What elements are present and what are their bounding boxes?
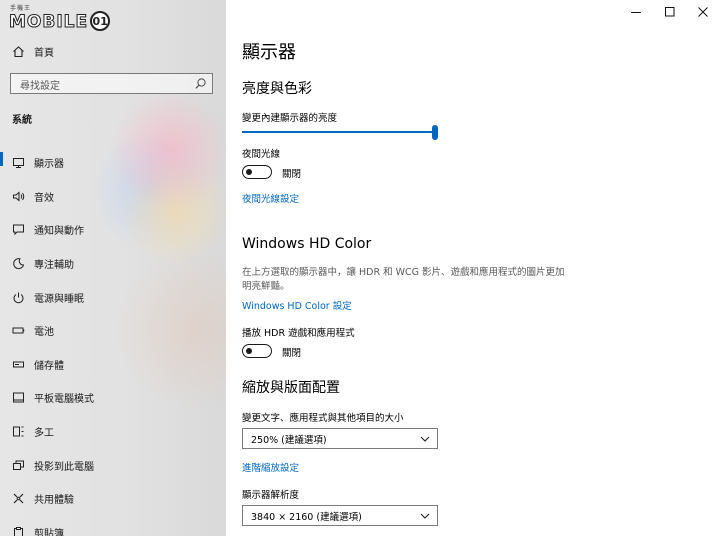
sidebar-section-title: 系統 [12, 115, 32, 126]
brightness-slider-track[interactable] [242, 131, 435, 133]
watermark-mark: 01 [90, 11, 111, 31]
chevron-down-icon [420, 436, 430, 442]
sidebar-item-shared-experiences[interactable]: 共用體驗 [0, 482, 226, 516]
watermark-logo: MOBILE 01 [8, 5, 111, 32]
sidebar-item-focus-assist[interactable]: 專注輔助 [0, 247, 226, 281]
night-light-label: 夜間光線 [242, 149, 281, 160]
scale-section-title: 縮放與版面配置 [242, 380, 340, 396]
scale-label: 變更文字、應用程式與其他項目的大小 [242, 413, 404, 424]
hdr-state: 關閉 [282, 348, 302, 359]
sidebar-item-label: 電池 [34, 327, 54, 339]
moon-icon [11, 257, 25, 271]
brightness-slider-thumb[interactable] [432, 125, 438, 140]
sidebar-item-label: 首頁 [34, 47, 54, 59]
sidebar-item-notifications[interactable]: 通知與動作 [0, 213, 226, 247]
brightness-label: 變更內建顯示器的亮度 [242, 113, 338, 124]
close-icon [698, 7, 708, 17]
sidebar-item-label: 剪貼簿 [34, 528, 64, 536]
watermark-brand: MOBILE [8, 12, 89, 32]
battery-icon [11, 324, 25, 338]
hd-color-settings-link[interactable]: Windows HD Color 設定 [242, 298, 352, 312]
scale-dropdown[interactable]: 250% (建議選項) [242, 428, 438, 449]
resolution-label: 顯示器解析度 [242, 490, 300, 501]
night-light-settings-link[interactable]: 夜間光線設定 [242, 191, 299, 205]
minimize-button[interactable] [621, 2, 651, 22]
advanced-scaling-link[interactable]: 進階縮放設定 [242, 460, 299, 474]
sidebar-item-multitasking[interactable]: 多工 [0, 415, 226, 449]
sidebar-item-label: 共用體驗 [34, 495, 74, 507]
search-icon[interactable] [194, 77, 207, 90]
home-icon [11, 44, 25, 58]
sidebar-item-clipboard[interactable]: 剪貼簿 [0, 516, 226, 536]
storage-icon [11, 357, 25, 371]
monitor-icon [11, 156, 25, 170]
scale-dropdown-value: 250% (建議選項) [251, 434, 327, 446]
power-icon [11, 290, 25, 304]
search-input[interactable] [11, 77, 195, 96]
minimize-icon [631, 12, 641, 13]
sidebar-item-project[interactable]: 投影到此電腦 [0, 448, 226, 482]
project-icon [11, 458, 25, 472]
multitask-icon [11, 425, 25, 439]
speaker-icon [11, 189, 25, 203]
shared-icon [11, 492, 25, 506]
chevron-down-icon [420, 513, 430, 519]
sidebar-item-tablet-mode[interactable]: 平板電腦模式 [0, 381, 226, 415]
hd-color-description: 在上方選取的顯示器中，讓 HDR 和 WCG 影片、遊戲和應用程式的圖片更加明亮… [242, 267, 565, 292]
hdr-label: 播放 HDR 遊戲和應用程式 [242, 328, 355, 339]
search-box[interactable] [10, 73, 213, 96]
resolution-dropdown-value: 3840 × 2160 (建議選項) [251, 511, 362, 523]
resolution-dropdown[interactable]: 3840 × 2160 (建議選項) [242, 505, 438, 526]
night-light-toggle[interactable] [242, 165, 272, 179]
toggle-knob [246, 347, 252, 354]
sidebar-item-label: 專注輔助 [34, 260, 74, 272]
hd-color-section-title: Windows HD Color [242, 236, 372, 252]
hdr-toggle[interactable] [242, 344, 272, 358]
sidebar-nav-list: 顯示器 音效 通知與動作 專注輔助 電源與睡眠 電池 儲存體 平板電腦模式 多工… [0, 146, 226, 536]
notification-icon [11, 223, 25, 237]
sidebar-item-label: 通知與動作 [34, 226, 84, 238]
night-light-state: 關閉 [282, 169, 302, 180]
sidebar: 手機王 MOBILE 01 首頁 系統 顯示器 音效 [0, 0, 226, 536]
page-title: 顯示器 [242, 42, 296, 63]
tablet-icon [11, 391, 25, 405]
sidebar-item-label: 多工 [34, 428, 54, 440]
maximize-button[interactable] [655, 2, 685, 22]
sidebar-item-label: 音效 [34, 192, 54, 204]
sidebar-item-label: 電源與睡眠 [34, 293, 84, 305]
sidebar-item-home[interactable]: 首頁 [0, 40, 226, 62]
sidebar-item-power[interactable]: 電源與睡眠 [0, 280, 226, 314]
brightness-section-title: 亮度與色彩 [242, 81, 312, 97]
toggle-knob [246, 168, 252, 175]
clipboard-icon [11, 525, 25, 536]
sidebar-item-label: 平板電腦模式 [34, 394, 94, 406]
sidebar-item-sound[interactable]: 音效 [0, 180, 226, 214]
main-content: 顯示器 亮度與色彩 變更內建顯示器的亮度 夜間光線 關閉 夜間光線設定 Wind… [226, 0, 719, 536]
sidebar-item-storage[interactable]: 儲存體 [0, 348, 226, 382]
sidebar-item-label: 儲存體 [34, 360, 64, 372]
sidebar-item-label: 投影到此電腦 [34, 461, 94, 473]
sidebar-item-label: 顯示器 [34, 159, 64, 171]
close-button[interactable] [688, 2, 718, 22]
sidebar-item-display[interactable]: 顯示器 [0, 146, 226, 180]
sidebar-item-battery[interactable]: 電池 [0, 314, 226, 348]
maximize-icon [665, 7, 675, 17]
